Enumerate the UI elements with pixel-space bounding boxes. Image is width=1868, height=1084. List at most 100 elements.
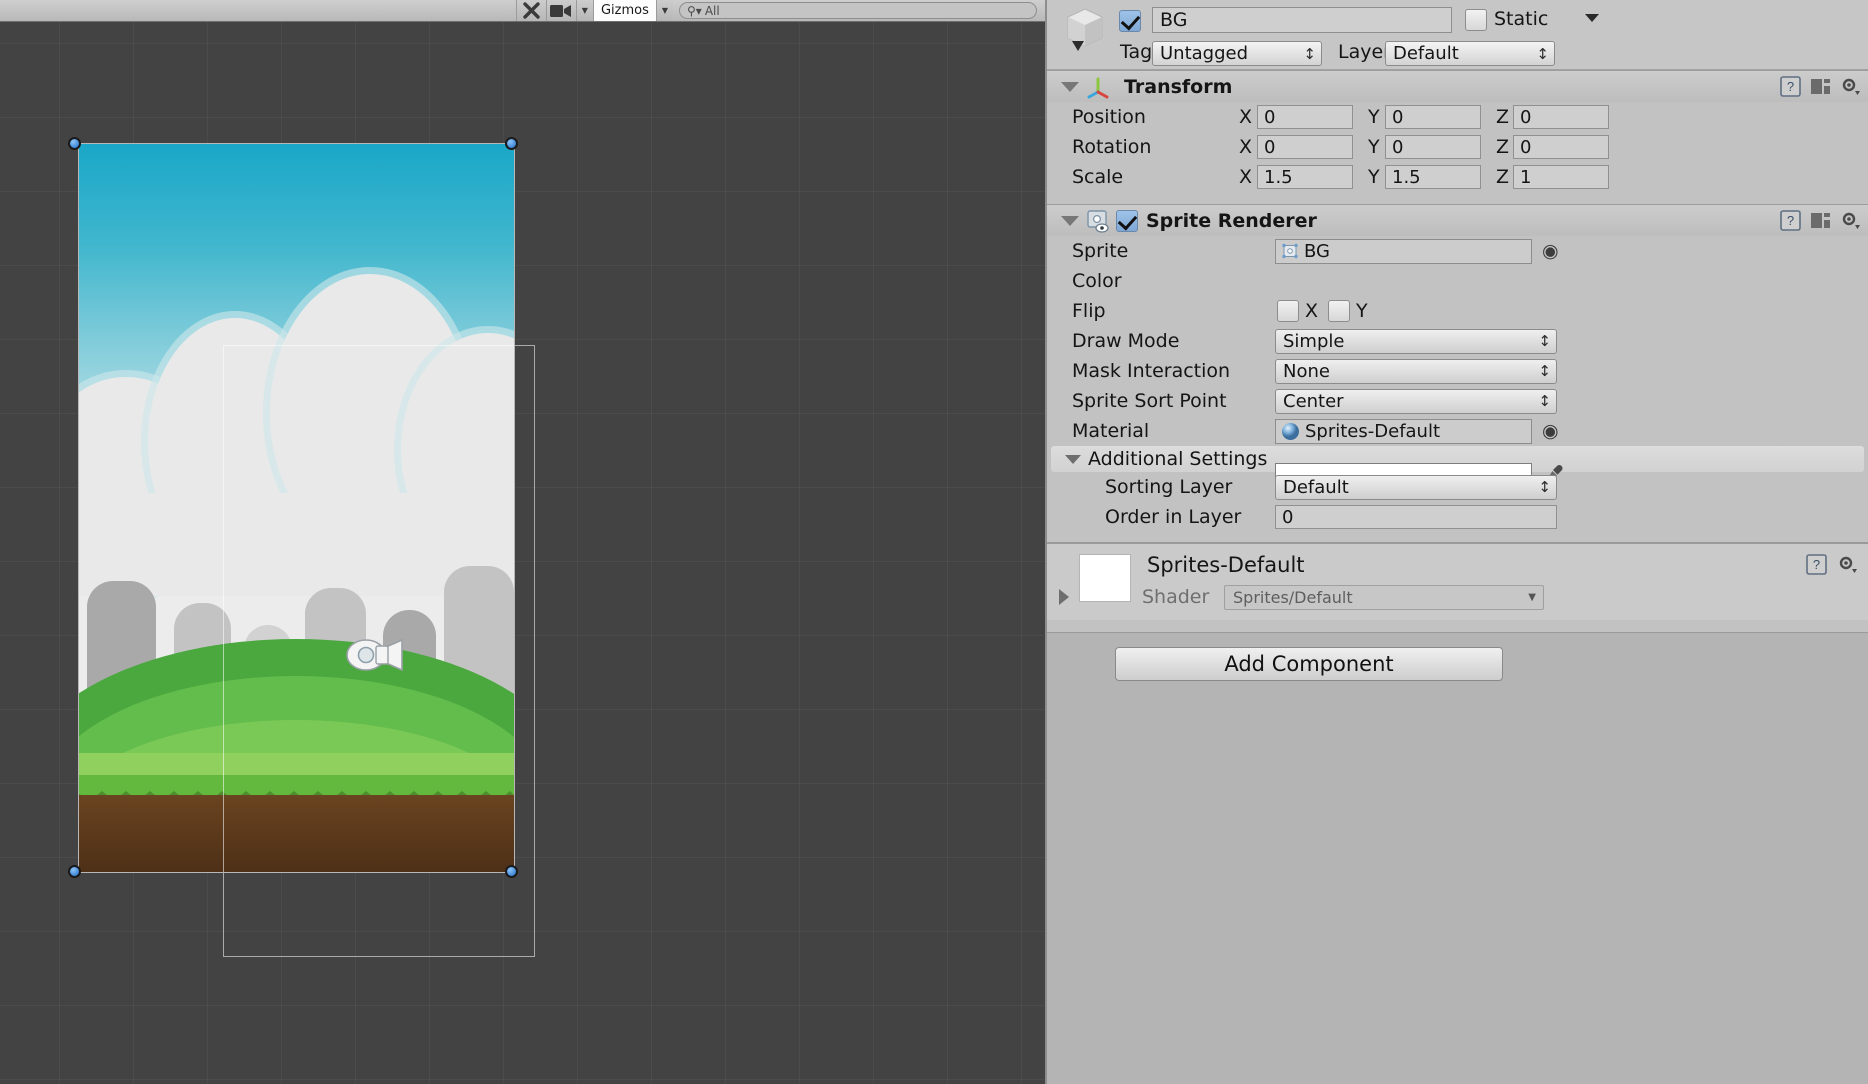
search-icon: ⚲▾ xyxy=(687,3,702,18)
transform-help-icon[interactable]: ? xyxy=(1780,76,1801,97)
shader-label: Shader xyxy=(1142,586,1210,608)
rotation-y-axis-label: Y xyxy=(1368,136,1380,158)
position-y-input[interactable]: 0 xyxy=(1385,105,1481,129)
shader-foldout-icon[interactable] xyxy=(1059,589,1069,605)
selection-outline-left xyxy=(78,143,79,873)
color-label: Color xyxy=(1072,270,1122,292)
sorting-layer-label: Sorting Layer xyxy=(1105,476,1233,498)
position-x-axis-label: X xyxy=(1239,106,1253,128)
draw-mode-dropdown[interactable]: Simple xyxy=(1275,328,1557,354)
sprite-sort-point-label: Sprite Sort Point xyxy=(1072,390,1227,412)
material-select-icon[interactable]: ◉ xyxy=(1542,420,1559,442)
tools-icon[interactable] xyxy=(515,0,546,21)
resize-handle-top-left[interactable] xyxy=(68,137,81,150)
position-x-input[interactable]: 0 xyxy=(1257,105,1353,129)
sprite-label: Sprite xyxy=(1072,240,1129,262)
resize-handle-bottom-right[interactable] xyxy=(505,865,518,878)
position-label: Position xyxy=(1072,106,1146,128)
material-preview-name: Sprites-Default xyxy=(1147,553,1305,577)
scene-toolbar[interactable]: ▼ Gizmos ▼ ⚲▾ All xyxy=(0,0,1045,22)
rotation-x-input[interactable]: 0 xyxy=(1257,135,1353,159)
camera-icon[interactable] xyxy=(545,0,576,21)
material-preview-block: Sprites-Default Shader Sprites/Default ? xyxy=(1047,542,1868,620)
color-row: Color xyxy=(1047,266,1868,296)
layer-label: Layer xyxy=(1338,41,1391,63)
gizmos-button[interactable]: Gizmos xyxy=(592,0,656,21)
flip-label: Flip xyxy=(1072,300,1106,322)
scale-z-input[interactable]: 1 xyxy=(1513,165,1609,189)
tag-dropdown[interactable]: Untagged xyxy=(1152,41,1322,66)
sprite-renderer-gear-icon[interactable] xyxy=(1840,210,1861,231)
gameobject-enabled-checkbox[interactable] xyxy=(1119,10,1141,32)
static-dropdown-arrow[interactable] xyxy=(1585,14,1599,22)
material-gear-icon[interactable] xyxy=(1837,554,1858,575)
gameobject-cube-icon xyxy=(1067,8,1103,51)
additional-settings-label: Additional Settings xyxy=(1088,448,1268,470)
sprite-renderer-preset-icon[interactable] xyxy=(1810,210,1831,231)
flip-x-label: X xyxy=(1305,300,1319,322)
material-preview-swatch[interactable] xyxy=(1079,554,1131,602)
sprite-renderer-header[interactable]: Sprite Renderer ? xyxy=(1047,205,1868,236)
sprite-select-icon[interactable]: ◉ xyxy=(1542,240,1559,262)
gameobject-name-input[interactable]: BG xyxy=(1152,7,1452,33)
order-in-layer-label: Order in Layer xyxy=(1105,506,1242,528)
resize-handle-top-right[interactable] xyxy=(505,137,518,150)
scale-x-axis-label: X xyxy=(1239,166,1253,188)
sprite-object-field[interactable]: BG xyxy=(1275,238,1532,264)
rotation-z-input[interactable]: 0 xyxy=(1513,135,1609,159)
mask-interaction-dropdown[interactable]: None xyxy=(1275,358,1557,384)
order-in-layer-input[interactable]: 0 xyxy=(1275,505,1557,529)
add-component-button[interactable]: Add Component xyxy=(1115,647,1503,681)
layer-dropdown[interactable]: Default xyxy=(1385,41,1555,66)
mask-interaction-label: Mask Interaction xyxy=(1072,360,1231,382)
tag-label: Tag xyxy=(1120,41,1153,63)
transform-gear-icon[interactable] xyxy=(1840,76,1861,97)
sprite-renderer-enabled-checkbox[interactable] xyxy=(1116,209,1138,232)
rotation-y-input[interactable]: 0 xyxy=(1385,135,1481,159)
position-y-axis-label: Y xyxy=(1368,106,1380,128)
transform-title: Transform xyxy=(1124,75,1233,98)
scene-view[interactable]: ▼ Gizmos ▼ ⚲▾ All xyxy=(0,0,1045,1084)
material-help-icon[interactable]: ? xyxy=(1806,554,1827,575)
scale-label: Scale xyxy=(1072,166,1124,188)
draw-mode-label: Draw Mode xyxy=(1072,330,1180,352)
shader-dropdown[interactable]: Sprites/Default xyxy=(1224,585,1544,610)
material-row: Material Sprites-Default ◉ xyxy=(1047,416,1868,446)
flip-y-checkbox[interactable] xyxy=(1328,300,1350,322)
sprite-row: Sprite BG ◉ xyxy=(1047,236,1868,266)
sprite-renderer-title: Sprite Renderer xyxy=(1146,209,1317,232)
camera-dropdown-arrow[interactable]: ▼ xyxy=(575,0,593,21)
static-checkbox[interactable] xyxy=(1465,9,1487,31)
rotation-z-axis-label: Z xyxy=(1496,136,1510,158)
additional-settings-foldout-icon[interactable] xyxy=(1065,454,1081,464)
transform-foldout-icon[interactable] xyxy=(1061,81,1079,92)
sprite-renderer-foldout-icon[interactable] xyxy=(1061,215,1079,226)
sprite-sort-point-dropdown[interactable]: Center xyxy=(1275,388,1557,414)
inspector-panel: BG Static Tag Untagged Layer Default xyxy=(1045,0,1868,1084)
transform-header[interactable]: Transform ? xyxy=(1047,71,1868,102)
svg-text:?: ? xyxy=(1787,213,1794,228)
scale-y-input[interactable]: 1.5 xyxy=(1385,165,1481,189)
flip-x-checkbox[interactable] xyxy=(1277,300,1299,322)
transform-component: Transform ? Position X 0 Y 0 Z 0 Rotatio… xyxy=(1047,70,1868,204)
sprite-sort-point-row: Sprite Sort Point Center xyxy=(1047,386,1868,416)
gizmos-dropdown-arrow[interactable]: ▼ xyxy=(655,0,673,21)
sprite-renderer-help-icon[interactable]: ? xyxy=(1780,210,1801,231)
flip-y-label: Y xyxy=(1356,300,1368,322)
selected-sprite-bg[interactable] xyxy=(78,143,535,957)
resize-handle-bottom-left[interactable] xyxy=(68,865,81,878)
scene-search-input[interactable]: ⚲▾ All xyxy=(679,2,1037,19)
selection-outline-bottom xyxy=(78,872,515,873)
position-z-input[interactable]: 0 xyxy=(1513,105,1609,129)
svg-text:?: ? xyxy=(1787,79,1794,94)
svg-text:?: ? xyxy=(1813,557,1820,572)
mask-interaction-row: Mask Interaction None xyxy=(1047,356,1868,386)
scale-y-axis-label: Y xyxy=(1368,166,1380,188)
material-object-field[interactable]: Sprites-Default xyxy=(1275,418,1532,444)
material-label: Material xyxy=(1072,420,1150,442)
scale-x-input[interactable]: 1.5 xyxy=(1257,165,1353,189)
sorting-layer-dropdown[interactable]: Default xyxy=(1275,474,1557,500)
transform-preset-icon[interactable] xyxy=(1810,76,1831,97)
camera-gizmo-icon[interactable] xyxy=(346,633,404,677)
rotation-label: Rotation xyxy=(1072,136,1152,158)
